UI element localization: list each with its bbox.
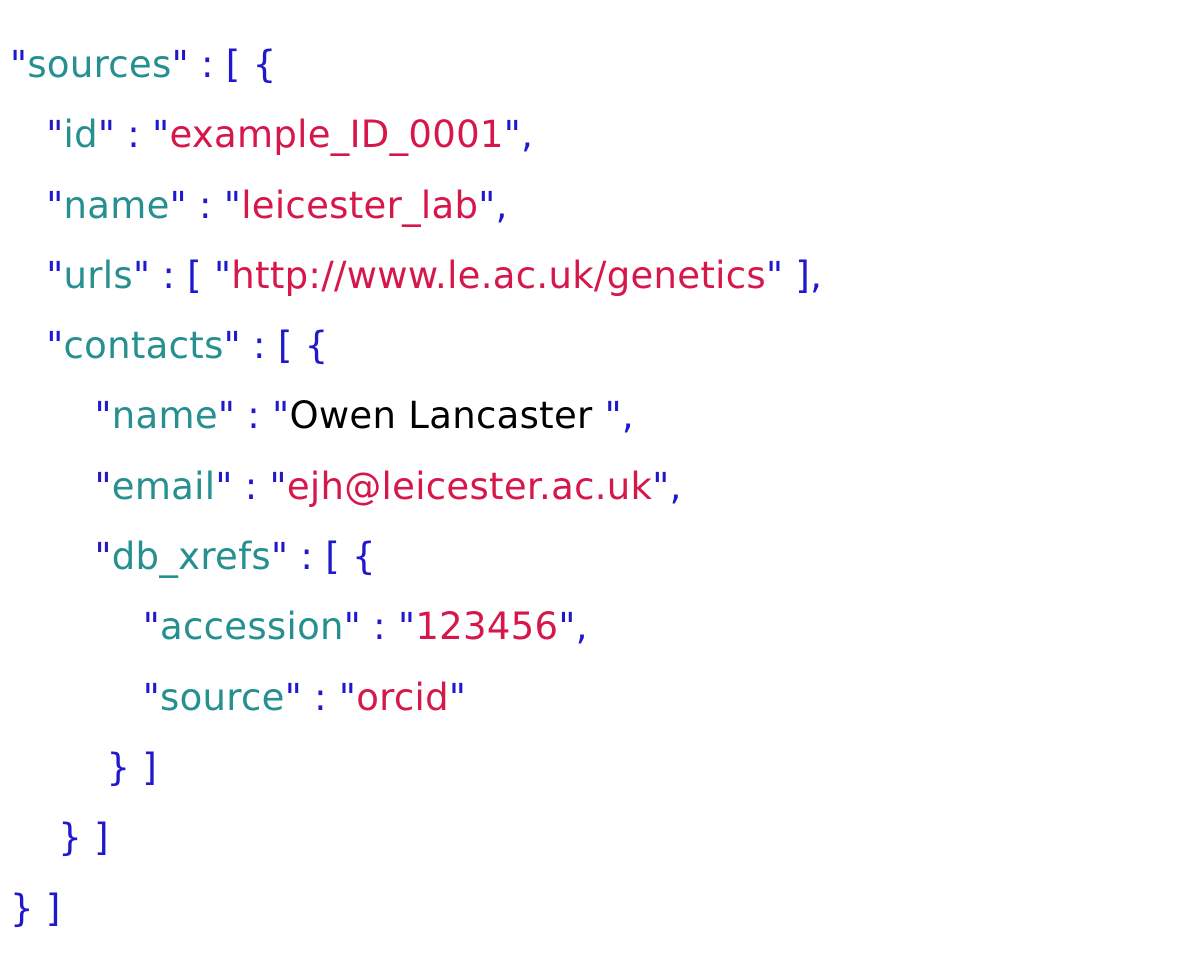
key-dbxrefs: db_xrefs xyxy=(112,535,271,578)
json-code-block: "sources" : [ { "id" : "example_ID_0001"… xyxy=(0,0,1200,944)
line-sources: "sources" : [ { xyxy=(10,43,276,86)
close-sources: } ] xyxy=(10,887,61,930)
line-accession: "accession" : "123456", xyxy=(143,605,588,648)
key-source: source xyxy=(160,676,285,719)
key-id: id xyxy=(64,113,98,156)
value-url: http://www.le.ac.uk/genetics xyxy=(231,254,766,297)
line-source: "source" : "orcid" xyxy=(143,676,467,719)
line-urls: "urls" : [ "http://www.le.ac.uk/genetics… xyxy=(46,254,822,297)
line-email: "email" : "ejh@leicester.ac.uk", xyxy=(94,465,681,508)
value-email: ejh@leicester.ac.uk xyxy=(287,465,652,508)
line-contacts: "contacts" : [ { xyxy=(46,324,328,367)
value-contact-name: Owen Lancaster xyxy=(289,394,604,437)
key-email: email xyxy=(112,465,216,508)
line-id: "id" : "example_ID_0001", xyxy=(46,113,533,156)
value-accession: 123456 xyxy=(415,605,558,648)
value-name: leicester_lab xyxy=(241,184,478,227)
close-dbxrefs: } ] xyxy=(107,746,158,789)
line-dbxrefs: "db_xrefs" : [ { xyxy=(94,535,375,578)
key-urls: urls xyxy=(64,254,133,297)
close-contacts: } ] xyxy=(58,816,109,859)
key-accession: accession xyxy=(160,605,344,648)
value-source: orcid xyxy=(356,676,449,719)
key-sources: sources xyxy=(27,43,171,86)
key-name: name xyxy=(64,184,170,227)
line-contact-name: "name" : "Owen Lancaster ", xyxy=(94,394,634,437)
key-contacts: contacts xyxy=(64,324,224,367)
key-contact-name: name xyxy=(112,394,218,437)
value-id: example_ID_0001 xyxy=(169,113,503,156)
line-name: "name" : "leicester_lab", xyxy=(46,184,507,227)
